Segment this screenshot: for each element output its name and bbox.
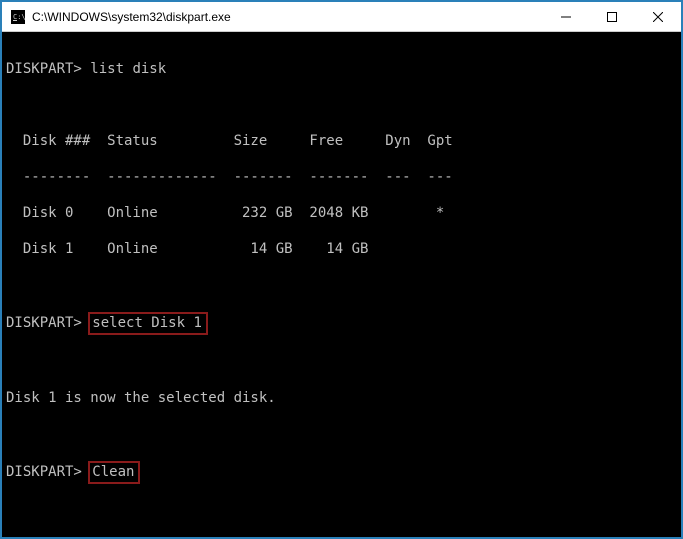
window-controls: [543, 2, 681, 31]
app-icon: C:\: [10, 9, 26, 25]
app-window: C:\ C:\WINDOWS\system32\diskpart.exe DIS…: [0, 0, 683, 539]
prompt: DISKPART>: [6, 464, 82, 480]
disk-table-header: Disk ### Status Size Free Dyn Gpt: [6, 132, 681, 150]
command-clean: Clean: [88, 461, 140, 484]
svg-text:C:\: C:\: [13, 13, 25, 21]
disk-table-row: Disk 1 Online 14 GB 14 GB: [6, 240, 681, 258]
disk-table-divider: -------- ------------- ------- ------- -…: [6, 168, 681, 186]
close-button[interactable]: [635, 2, 681, 31]
window-title: C:\WINDOWS\system32\diskpart.exe: [32, 10, 543, 24]
command-select-disk: select Disk 1: [88, 312, 208, 335]
prompt: DISKPART>: [6, 61, 82, 77]
terminal-output[interactable]: DISKPART> list disk Disk ### Status Size…: [2, 32, 681, 537]
command-list-disk: list disk: [90, 61, 166, 77]
disk-table-row: Disk 0 Online 232 GB 2048 KB *: [6, 204, 681, 222]
titlebar: C:\ C:\WINDOWS\system32\diskpart.exe: [2, 2, 681, 32]
prompt: DISKPART>: [6, 315, 82, 331]
minimize-button[interactable]: [543, 2, 589, 31]
response-select-disk: Disk 1 is now the selected disk.: [6, 389, 681, 407]
maximize-button[interactable]: [589, 2, 635, 31]
